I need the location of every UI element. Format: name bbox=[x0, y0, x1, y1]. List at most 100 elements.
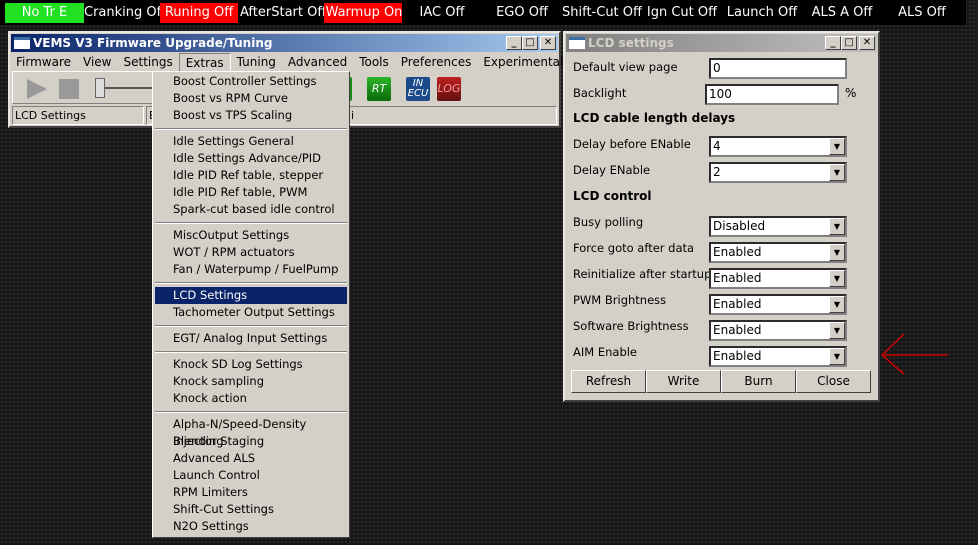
menu-item[interactable]: Shift-Cut Settings bbox=[155, 501, 347, 518]
menu-item[interactable]: Advanced ALS bbox=[155, 450, 347, 467]
delay-before-enable-select[interactable]: 4 ▼ bbox=[709, 136, 847, 157]
menu-experimental[interactable]: Experimental bbox=[477, 53, 569, 72]
chevron-down-icon[interactable]: ▼ bbox=[829, 138, 845, 155]
menu-separator bbox=[155, 222, 347, 224]
selected-value: Enabled bbox=[713, 297, 762, 311]
menu-item[interactable]: Alpha-N/Speed-Density Blending bbox=[155, 416, 347, 448]
menu-item[interactable]: Boost Controller Settings bbox=[155, 73, 347, 90]
close-button[interactable]: ✕ bbox=[540, 36, 556, 50]
chevron-down-icon[interactable]: ▼ bbox=[829, 296, 845, 313]
menu-tuning[interactable]: Tuning bbox=[231, 53, 282, 72]
backlight-label: Backlight bbox=[573, 86, 627, 100]
write-button[interactable]: Write bbox=[646, 370, 721, 393]
burn-button[interactable]: Burn bbox=[721, 370, 796, 393]
main-window-titlebar[interactable]: VEMS V3 Firmware Upgrade/Tuning _ □ ✕ bbox=[11, 34, 558, 52]
menu-item[interactable]: Tachometer Output Settings bbox=[155, 304, 347, 321]
menu-firmware[interactable]: Firmware bbox=[10, 53, 77, 72]
menu-bar: Firmware View Settings Extras Tuning Advanced… bbox=[10, 53, 638, 72]
chevron-down-icon[interactable]: ▼ bbox=[829, 270, 845, 287]
menu-item[interactable]: MiscOutput Settings bbox=[155, 227, 347, 244]
lcd-window-titlebar[interactable]: LCD settings _ □ ✕ bbox=[566, 34, 877, 52]
status-indicator: Warmup On bbox=[324, 3, 404, 23]
menu-item[interactable]: N2O Settings bbox=[155, 518, 347, 535]
selected-value: Enabled bbox=[713, 245, 762, 259]
menu-tools[interactable]: Tools bbox=[353, 53, 395, 72]
menu-item[interactable]: RPM Limiters bbox=[155, 484, 347, 501]
menu-extras[interactable]: Extras bbox=[178, 53, 231, 72]
status-panel-left: LCD Settings bbox=[12, 106, 144, 125]
chevron-down-icon[interactable]: ▼ bbox=[829, 244, 845, 261]
play-icon[interactable] bbox=[27, 79, 47, 99]
lcd-settings-window: LCD settings _ □ ✕ Default view page 0 Bac… bbox=[563, 31, 880, 402]
chevron-down-icon[interactable]: ▼ bbox=[829, 348, 845, 365]
maximize-button[interactable]: □ bbox=[522, 36, 538, 50]
status-panel-right: udi bbox=[337, 106, 557, 125]
chevron-down-icon[interactable]: ▼ bbox=[829, 322, 845, 339]
selected-value: Disabled bbox=[713, 219, 766, 233]
cable-delays-header: LCD cable length delays bbox=[573, 111, 736, 125]
menu-item[interactable]: EGT/ Analog Input Settings bbox=[155, 330, 347, 347]
menu-item[interactable]: Spark-cut based idle control bbox=[155, 201, 347, 218]
backlight-input[interactable]: 100 bbox=[705, 84, 839, 105]
menu-item[interactable]: Idle Settings General bbox=[155, 133, 347, 150]
selected-value: 2 bbox=[713, 165, 721, 179]
menu-item[interactable]: Boost vs TPS Scaling bbox=[155, 107, 347, 124]
status-indicator: EGO Off bbox=[482, 3, 562, 23]
menu-view[interactable]: View bbox=[77, 53, 117, 72]
control-select[interactable]: Disabled ▼ bbox=[709, 216, 847, 237]
chevron-down-icon[interactable]: ▼ bbox=[829, 164, 845, 181]
control-select[interactable]: Enabled ▼ bbox=[709, 346, 847, 367]
in-ecu-icon[interactable]: IN ECU bbox=[406, 77, 430, 101]
red-arrow-annotation bbox=[881, 333, 948, 375]
menu-item[interactable]: LCD Settings bbox=[155, 287, 347, 304]
log-icon[interactable]: LOG bbox=[437, 77, 461, 101]
menu-item[interactable]: Knock action bbox=[155, 390, 347, 407]
menu-settings[interactable]: Settings bbox=[117, 53, 178, 72]
menu-item[interactable]: Knock sampling bbox=[155, 373, 347, 390]
status-indicator: Ign Cut Off bbox=[642, 3, 722, 23]
close-button[interactable]: ✕ bbox=[859, 36, 875, 50]
menu-item[interactable]: Injector Staging bbox=[155, 433, 347, 450]
menu-preferences[interactable]: Preferences bbox=[395, 53, 478, 72]
menu-item[interactable]: Idle Settings Advance/PID bbox=[155, 150, 347, 167]
rt-icon[interactable]: RT bbox=[367, 77, 391, 101]
minimize-button[interactable]: _ bbox=[506, 36, 522, 50]
menu-item[interactable]: Idle PID Ref table, PWM bbox=[155, 184, 347, 201]
control-label: PWM Brightness bbox=[573, 293, 667, 307]
ecu-label: ECU bbox=[407, 88, 429, 99]
minimize-button[interactable]: _ bbox=[825, 36, 841, 50]
slider-handle[interactable] bbox=[95, 78, 105, 98]
control-select[interactable]: Enabled ▼ bbox=[709, 294, 847, 315]
status-indicator: Runing Off bbox=[160, 3, 238, 23]
menu-item[interactable]: WOT / RPM actuators bbox=[155, 244, 347, 261]
menu-advanced[interactable]: Advanced bbox=[282, 53, 353, 72]
control-select[interactable]: Enabled ▼ bbox=[709, 242, 847, 263]
menu-item[interactable]: Boost vs RPM Curve bbox=[155, 90, 347, 107]
default-view-page-label: Default view page bbox=[573, 60, 678, 74]
menu-item[interactable]: Launch Control bbox=[155, 467, 347, 484]
default-view-page-input[interactable]: 0 bbox=[709, 58, 847, 79]
lcd-control-header: LCD control bbox=[573, 189, 652, 203]
chevron-down-icon[interactable]: ▼ bbox=[829, 218, 845, 235]
status-indicator: AfterStart Off bbox=[240, 3, 326, 23]
delay-enable-select[interactable]: 2 ▼ bbox=[709, 162, 847, 183]
control-label: Busy polling bbox=[573, 215, 644, 229]
control-label: Force goto after data bbox=[573, 241, 695, 255]
refresh-button[interactable]: Refresh bbox=[571, 370, 646, 393]
menu-separator bbox=[155, 411, 347, 413]
delay-before-enable-label: Delay before ENable bbox=[573, 137, 691, 151]
menu-separator bbox=[155, 325, 347, 327]
selected-value: Enabled bbox=[713, 349, 762, 363]
menu-item[interactable]: Knock SD Log Settings bbox=[155, 356, 347, 373]
status-indicator: Launch Off bbox=[722, 3, 802, 23]
control-select[interactable]: Enabled ▼ bbox=[709, 268, 847, 289]
control-select[interactable]: Enabled ▼ bbox=[709, 320, 847, 341]
status-indicator: Shift-Cut Off bbox=[562, 3, 642, 23]
menu-item[interactable]: Fan / Waterpump / FuelPump bbox=[155, 261, 347, 278]
menu-separator bbox=[155, 351, 347, 353]
menu-item[interactable]: Idle PID Ref table, stepper bbox=[155, 167, 347, 184]
maximize-button[interactable]: □ bbox=[841, 36, 857, 50]
close-dialog-button[interactable]: Close bbox=[796, 370, 871, 393]
delay-enable-label: Delay ENable bbox=[573, 163, 651, 177]
stop-icon[interactable] bbox=[59, 79, 79, 99]
